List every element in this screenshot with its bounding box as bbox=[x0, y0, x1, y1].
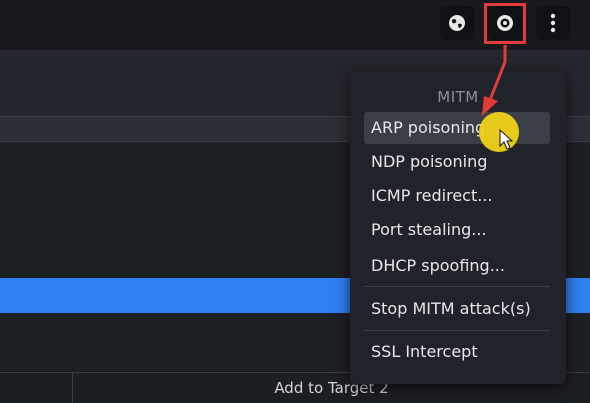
annotation-overlay bbox=[482, 45, 514, 150]
arrow-annotation bbox=[482, 45, 507, 116]
mouse-cursor-icon bbox=[499, 128, 514, 150]
